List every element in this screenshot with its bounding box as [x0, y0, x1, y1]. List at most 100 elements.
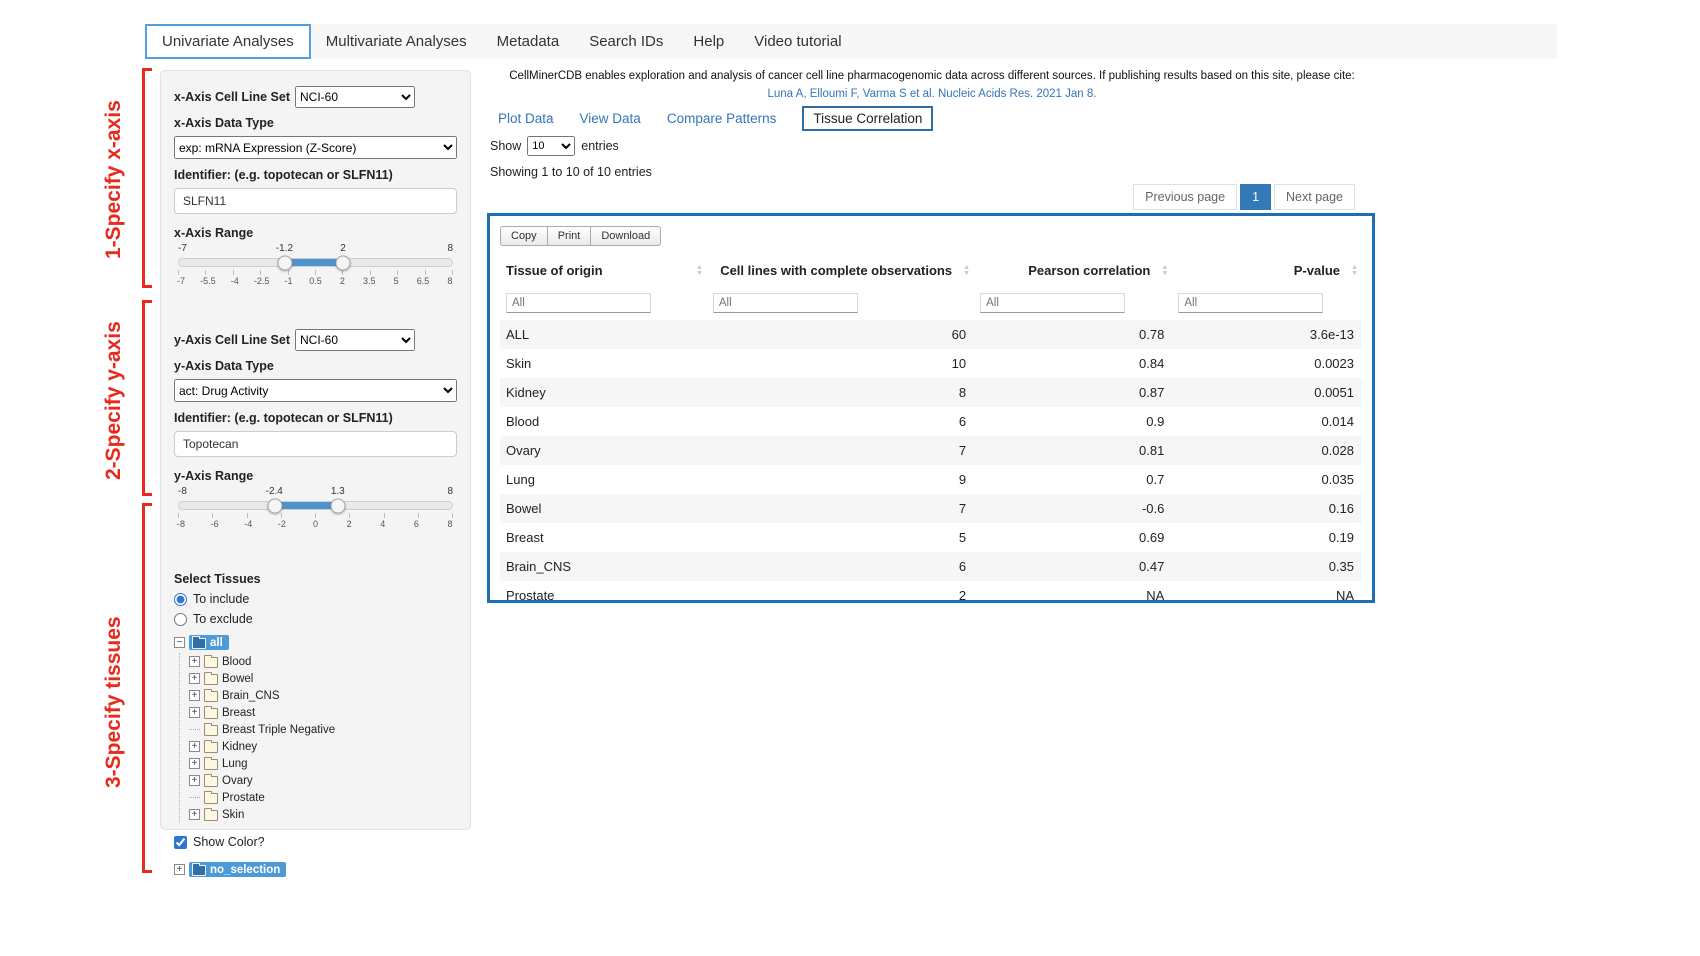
col-header-pearson-correlation[interactable]: Pearson correlation ▲▼ [974, 255, 1172, 286]
tab-help[interactable]: Help [678, 24, 739, 59]
page-length-select[interactable]: 10 [527, 136, 575, 156]
tree-item-all[interactable]: − all [174, 634, 457, 651]
citation-link[interactable]: Luna A, Elloumi F, Varma S et al. Nuclei… [488, 88, 1376, 100]
y-range-handle-low[interactable] [267, 498, 282, 513]
x-identifier-input[interactable] [174, 188, 457, 214]
tree-item-no-selection[interactable]: + no_selection [174, 861, 457, 878]
table-row[interactable]: Blood 6 0.9 0.014 [500, 407, 1362, 436]
show-color-row[interactable]: Show Color? [174, 832, 457, 852]
tree-item-kidney[interactable]: + Kidney [189, 738, 457, 755]
x-range-min-label: -7 [178, 243, 187, 254]
filter-p-value-input[interactable] [1178, 293, 1323, 313]
expand-icon[interactable]: + [174, 864, 185, 875]
expand-icon[interactable]: + [189, 809, 200, 820]
collapse-icon[interactable]: − [174, 637, 185, 648]
x-range-track[interactable] [178, 258, 453, 267]
x-data-type-label: x-Axis Data Type [174, 116, 457, 130]
tab-multivariate-analyses[interactable]: Multivariate Analyses [311, 24, 482, 59]
print-button[interactable]: Print [547, 226, 592, 246]
tab-search-ids[interactable]: Search IDs [574, 24, 678, 59]
tree-item-ovary[interactable]: + Ovary [189, 772, 457, 789]
col-header-tissue-of-origin[interactable]: Tissue of origin ▲▼ [500, 255, 707, 286]
y-range-slider[interactable]: -8 -2.4 1.3 8 -8-6-4-202468 [178, 486, 453, 538]
table-row[interactable]: Lung 9 0.7 0.035 [500, 465, 1362, 494]
tissues-include-radio[interactable] [174, 593, 187, 606]
show-color-checkbox[interactable] [174, 836, 187, 849]
tree-item-prostate[interactable]: Prostate [189, 789, 457, 806]
cell-pvalue: 0.035 [1172, 465, 1362, 494]
y-cell-line-set-label: y-Axis Cell Line Set [174, 333, 290, 347]
tab-metadata[interactable]: Metadata [482, 24, 575, 59]
x-cell-line-set-select[interactable]: NCI-60 [295, 86, 415, 108]
tree-item-breast[interactable]: + Breast [189, 704, 457, 721]
cell-pvalue: NA [1172, 581, 1362, 610]
subtab-view-data[interactable]: View Data [580, 111, 641, 126]
y-identifier-input[interactable] [174, 431, 457, 457]
showing-entries-text: Showing 1 to 10 of 10 entries [490, 165, 652, 179]
tissues-include-radio-row[interactable]: To include [174, 589, 457, 609]
table-row[interactable]: Breast 5 0.69 0.19 [500, 523, 1362, 552]
next-page-button[interactable]: Next page [1274, 184, 1355, 210]
previous-page-button[interactable]: Previous page [1133, 184, 1237, 210]
table-row[interactable]: Kidney 8 0.87 0.0051 [500, 378, 1362, 407]
col-header-p-value[interactable]: P-value ▲▼ [1172, 255, 1362, 286]
subtab-plot-data[interactable]: Plot Data [498, 111, 554, 126]
table-row[interactable]: Ovary 7 0.81 0.028 [500, 436, 1362, 465]
tree-item-brain-cns[interactable]: + Brain_CNS [189, 687, 457, 704]
tree-item-label: Bowel [222, 673, 253, 685]
tissues-exclude-radio-row[interactable]: To exclude [174, 609, 457, 629]
expand-icon[interactable]: + [189, 741, 200, 752]
x-range-handle-low[interactable] [277, 255, 292, 270]
tree-item-blood[interactable]: + Blood [189, 653, 457, 670]
tree-item-label: Brain_CNS [222, 690, 280, 702]
y-cell-line-set-select[interactable]: NCI-60 [295, 329, 415, 351]
y-range-track[interactable] [178, 501, 453, 510]
tab-univariate-analyses[interactable]: Univariate Analyses [145, 24, 311, 59]
analysis-subtabs: Plot Data View Data Compare Patterns Tis… [498, 106, 933, 131]
copy-button[interactable]: Copy [500, 226, 548, 246]
y-identifier-label: Identifier: (e.g. topotecan or SLFN11) [174, 411, 457, 425]
cell-correlation: 0.81 [974, 436, 1172, 465]
cell-tissue: Ovary [500, 436, 707, 465]
tree-item-no-selection-chip[interactable]: no_selection [189, 862, 286, 877]
tree-item-lung[interactable]: + Lung [189, 755, 457, 772]
cell-observations: 60 [707, 320, 974, 349]
download-button[interactable]: Download [590, 226, 661, 246]
table-row[interactable]: ALL 60 0.78 3.6e-13 [500, 320, 1362, 349]
page-number-button[interactable]: 1 [1240, 184, 1271, 210]
filter-correlation-input[interactable] [980, 293, 1125, 313]
col-header-cell-lines[interactable]: Cell lines with complete observations ▲▼ [707, 255, 974, 286]
table-row[interactable]: Skin 10 0.84 0.0023 [500, 349, 1362, 378]
y-range-handle-high[interactable] [330, 498, 345, 513]
table-row[interactable]: Prostate 2 NA NA [500, 581, 1362, 610]
tree-item-bowel[interactable]: + Bowel [189, 670, 457, 687]
filter-tissue-input[interactable] [506, 293, 651, 313]
subtab-tissue-correlation[interactable]: Tissue Correlation [802, 106, 933, 131]
subtab-compare-patterns[interactable]: Compare Patterns [667, 111, 777, 126]
col-header-label: Pearson correlation [1028, 263, 1150, 278]
tree-item-skin[interactable]: + Skin [189, 806, 457, 823]
filter-cell-lines-input[interactable] [713, 293, 858, 313]
expand-icon[interactable]: + [189, 673, 200, 684]
table-row[interactable]: Bowel 7 -0.6 0.16 [500, 494, 1362, 523]
cell-pvalue: 0.014 [1172, 407, 1362, 436]
cell-correlation: NA [974, 581, 1172, 610]
expand-icon[interactable]: + [189, 758, 200, 769]
tree-item-all-chip[interactable]: all [189, 635, 229, 650]
x-range-max-label: 8 [447, 243, 453, 254]
expand-icon[interactable]: + [189, 775, 200, 786]
folder-icon [204, 674, 218, 685]
folder-icon [204, 776, 218, 787]
expand-icon[interactable]: + [189, 707, 200, 718]
table-row[interactable]: Brain_CNS 6 0.47 0.35 [500, 552, 1362, 581]
x-data-type-select[interactable]: exp: mRNA Expression (Z-Score) [174, 136, 457, 159]
expand-icon[interactable]: + [189, 656, 200, 667]
y-data-type-select[interactable]: act: Drug Activity [174, 379, 457, 402]
x-range-handle-high[interactable] [335, 255, 350, 270]
tree-item-breast-triple-negative[interactable]: Breast Triple Negative [189, 721, 457, 738]
cell-observations: 7 [707, 436, 974, 465]
expand-icon[interactable]: + [189, 690, 200, 701]
tissues-exclude-radio[interactable] [174, 613, 187, 626]
tab-video-tutorial[interactable]: Video tutorial [739, 24, 856, 59]
x-range-slider[interactable]: -7 -1.2 2 8 -7-5.5-4-2.5-10.523.556.58 [178, 243, 453, 295]
